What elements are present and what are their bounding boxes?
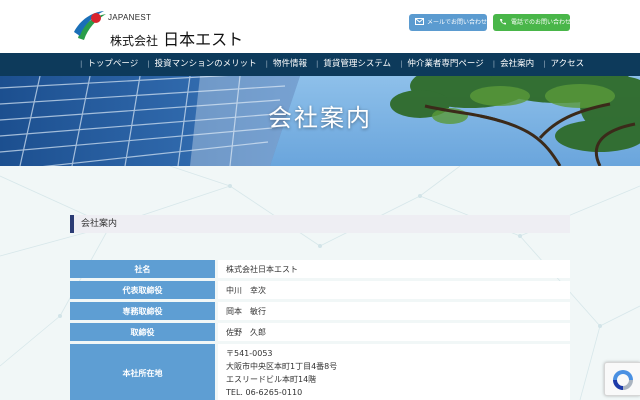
- row-label: 本社所在地: [70, 344, 218, 400]
- building-line: エスリードビル本町14階: [226, 375, 317, 384]
- nav-separator-icon: |: [80, 60, 83, 68]
- tel-line: TEL. 06-6265-0110: [226, 388, 303, 397]
- mail-icon: [415, 18, 424, 25]
- nav-item-investment-merit[interactable]: | 投資マンションのメリット: [143, 53, 261, 76]
- table-row: 専務取締役 岡本 敏行: [70, 302, 570, 320]
- table-row: 代表取締役 中川 幸次: [70, 281, 570, 299]
- hero-title: 会社案内: [268, 104, 372, 132]
- nav-item-label: 会社案内: [500, 59, 535, 69]
- logo-company-name: 日本エスト: [163, 30, 244, 49]
- nav-separator-icon: |: [400, 60, 403, 68]
- nav-item-broker-page[interactable]: | 仲介業者専門ページ: [396, 53, 489, 76]
- logo-english: JAPANEST: [108, 13, 152, 22]
- nav-separator-icon: |: [147, 60, 150, 68]
- nav-item-access[interactable]: | アクセス: [539, 53, 589, 76]
- row-value: 中川 幸次: [218, 281, 570, 299]
- logo-japanese: 株式会社 日本エスト: [110, 26, 243, 50]
- row-value: 岡本 敏行: [218, 302, 570, 320]
- hero-banner: 会社案内: [0, 76, 640, 166]
- row-value: 佐野 久郎: [218, 323, 570, 341]
- row-label: 専務取締役: [70, 302, 218, 320]
- company-info-table: 社名 株式会社日本エスト 代表取締役 中川 幸次 専務取締役 岡本 敏行 取締役…: [70, 257, 570, 400]
- nav-item-label: 賃貸管理システム: [323, 59, 392, 69]
- postal-code: 〒541-0053: [226, 349, 273, 358]
- nav-item-label: 物件情報: [272, 59, 307, 69]
- nav-item-label: 仲介業者専門ページ: [407, 59, 484, 69]
- logo-kabushiki: 株式会社: [110, 34, 159, 48]
- row-value-address: 〒541-0053 大阪市中央区本町1丁目4番8号 エスリードビル本町14階 T…: [218, 344, 570, 400]
- tel-contact-button[interactable]: 電話でのお問い合わせ: [493, 14, 572, 31]
- company-logo[interactable]: JAPANEST 株式会社 日本エスト: [72, 6, 252, 50]
- row-label: 取締役: [70, 323, 218, 341]
- nav-separator-icon: |: [543, 60, 546, 68]
- logo-mark-icon: [74, 11, 106, 40]
- nav-separator-icon: |: [492, 60, 496, 68]
- recaptcha-badge[interactable]: [604, 362, 640, 396]
- row-label: 代表取締役: [70, 281, 218, 299]
- nav-item-label: 投資マンションのメリット: [154, 59, 257, 69]
- nav-item-label: アクセス: [550, 59, 585, 69]
- site-header: JAPANEST 株式会社 日本エスト メールでお問い合わせ 電話でのお問い合わ…: [0, 0, 640, 53]
- nav-item-properties[interactable]: | 物件情報: [262, 53, 312, 76]
- nav-item-rental-management[interactable]: | 賃貸管理システム: [312, 53, 396, 76]
- nav-item-company[interactable]: | 会社案内: [489, 53, 539, 76]
- nav-separator-icon: |: [315, 60, 319, 68]
- mail-contact-label: メールでお問い合わせ: [427, 19, 488, 26]
- address-line: 大阪市中央区本町1丁目4番8号: [226, 362, 338, 371]
- tel-contact-label: 電話でのお問い合わせ: [511, 19, 572, 26]
- phone-icon: [500, 19, 506, 25]
- table-row: 取締役 佐野 久郎: [70, 323, 570, 341]
- table-row: 本社所在地 〒541-0053 大阪市中央区本町1丁目4番8号 エスリードビル本…: [70, 344, 570, 400]
- nav-separator-icon: |: [265, 60, 268, 68]
- nav-item-label: トップページ: [87, 59, 139, 69]
- row-value: 株式会社日本エスト: [218, 260, 570, 278]
- section-heading: 会社案内: [70, 215, 570, 233]
- recaptcha-icon: [613, 370, 633, 390]
- mail-contact-button[interactable]: メールでお問い合わせ: [409, 14, 487, 31]
- nav-item-top[interactable]: | トップページ: [76, 53, 143, 76]
- main-navigation: | トップページ | 投資マンションのメリット | 物件情報 | 賃貸管理システム | 仲…: [0, 53, 640, 76]
- table-row: 社名 株式会社日本エスト: [70, 260, 570, 278]
- row-label: 社名: [70, 260, 218, 278]
